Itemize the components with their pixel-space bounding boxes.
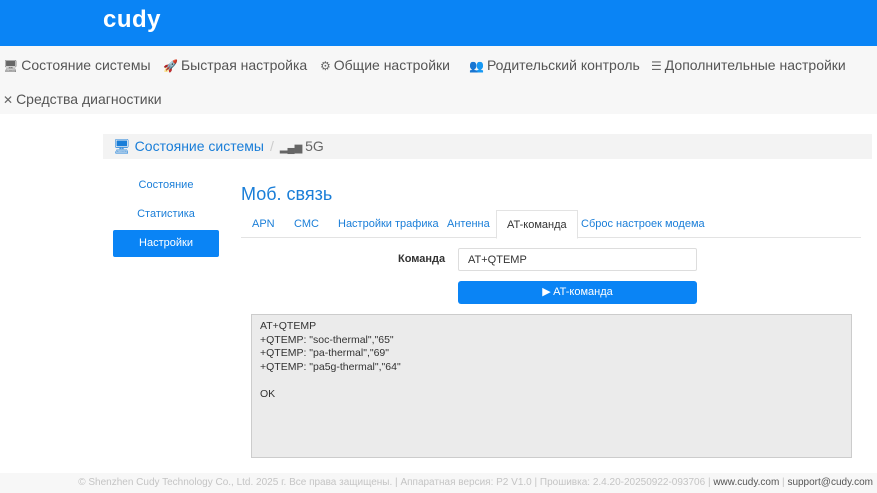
command-output: AT+QTEMP +QTEMP: "soc-thermal","65" +QTE… xyxy=(251,314,852,458)
breadcrumb-current: 5G xyxy=(305,138,324,154)
copyright: © Shenzhen Cudy Technology Co., Ltd. 202… xyxy=(78,477,393,488)
tab-sms[interactable]: СМС xyxy=(284,210,329,238)
nav-diagnostics[interactable]: ✕ Средства диагностики xyxy=(3,91,162,107)
hardware-version: Аппаратная версия: P2 V1.0 xyxy=(400,477,532,488)
nav-advanced-settings[interactable]: ☰ Дополнительные настройки xyxy=(651,57,846,73)
nav-label: Родительский контроль xyxy=(486,57,640,73)
nav-label: Средства диагностики xyxy=(16,91,162,107)
footer: © Shenzhen Cudy Technology Co., Ltd. 202… xyxy=(0,473,877,493)
tools-icon: ✕ xyxy=(3,93,14,107)
sidebar-item-status[interactable]: Состояние xyxy=(113,172,219,199)
monitor-icon: 🖥 xyxy=(3,59,19,73)
website-link[interactable]: www.cudy.com xyxy=(713,477,779,488)
send-at-command-button[interactable]: ▶ AT-команда xyxy=(458,281,697,304)
main-nav: 🖥 Состояние системы 🚀 Быстрая настройка ⚙ О… xyxy=(0,46,877,114)
sliders-icon: ☰ xyxy=(651,59,662,73)
monitor-icon: 🖥 xyxy=(113,138,131,154)
cudy-logo[interactable]: cudy xyxy=(103,6,161,34)
button-label: AT-команда xyxy=(553,286,613,298)
breadcrumb-separator: / xyxy=(269,138,274,154)
sidebar-item-statistics[interactable]: Статистика xyxy=(113,201,219,228)
tab-at-command[interactable]: AT-команда xyxy=(496,210,578,239)
users-icon: 👥 xyxy=(469,59,484,73)
command-input[interactable] xyxy=(458,248,697,271)
command-label: Команда xyxy=(398,253,446,265)
nav-label: Быстрая настройка xyxy=(180,57,308,73)
nav-label: Общие настройки xyxy=(333,57,450,73)
support-email-link[interactable]: support@cudy.com xyxy=(787,477,873,488)
signal-icon: ▂▄▆ xyxy=(279,143,306,154)
rocket-icon: 🚀 xyxy=(163,59,178,73)
tab-bar: APN СМС Настройки трафика Антенна AT-ком… xyxy=(241,210,861,239)
tab-apn[interactable]: APN xyxy=(242,210,285,238)
nav-quick-setup[interactable]: 🚀 Быстрая настройка xyxy=(163,57,307,73)
breadcrumb: 🖥 Состояние системы / ▂▄▆ 5G xyxy=(103,134,872,159)
sidebar-item-settings[interactable]: Настройки xyxy=(113,230,219,257)
page-title: Моб. связь xyxy=(241,184,333,204)
nav-label: Состояние системы xyxy=(21,57,151,73)
gear-icon: ⚙ xyxy=(320,59,331,73)
breadcrumb-root[interactable]: Состояние системы xyxy=(135,138,264,154)
nav-system-status[interactable]: 🖥 Состояние системы xyxy=(3,57,151,73)
tab-traffic-settings[interactable]: Настройки трафика xyxy=(328,210,449,238)
nav-general-settings[interactable]: ⚙ Общие настройки xyxy=(320,57,450,73)
nav-label: Дополнительные настройки xyxy=(664,57,846,73)
play-icon: ▶ xyxy=(542,286,554,298)
tab-antenna[interactable]: Антенна xyxy=(437,210,500,238)
tab-modem-reset[interactable]: Сброс настроек модема xyxy=(571,210,715,238)
firmware-version: Прошивка: 2.4.20-20250922-093706 xyxy=(539,477,706,488)
nav-parental-control[interactable]: 👥 Родительский контроль xyxy=(469,57,640,73)
header: cudy xyxy=(0,0,877,46)
